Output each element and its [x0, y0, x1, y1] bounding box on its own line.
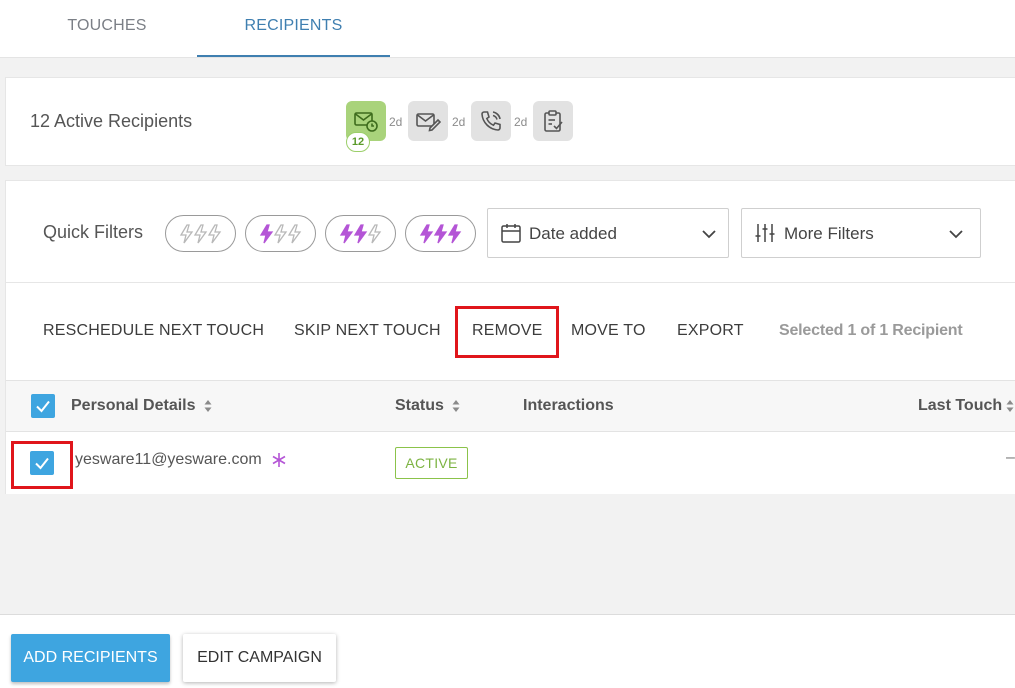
- task-clipboard-icon[interactable]: [533, 101, 573, 141]
- bolt-level-1-icon: [259, 223, 301, 243]
- move-to-button[interactable]: MOVE TO: [571, 322, 646, 340]
- skip-next-touch-button[interactable]: SKIP NEXT TOUCH: [294, 322, 441, 340]
- recipients-summary-card: 12 Active Recipients 12 2d 2d 2d: [5, 77, 1015, 166]
- export-button[interactable]: EXPORT: [677, 322, 744, 340]
- column-interactions: Interactions: [523, 397, 614, 414]
- footer-bar: ADD RECIPIENTS EDIT CAMPAIGN: [0, 614, 1015, 688]
- recipients-panel: Quick Filters Date added More Filters RE…: [5, 180, 1015, 494]
- column-label: Status: [395, 397, 444, 414]
- last-touch-value: –: [1006, 449, 1015, 466]
- sliders-icon: [755, 224, 775, 242]
- bolt-level-0-icon: [179, 223, 221, 243]
- calendar-icon: [501, 224, 521, 243]
- chevron-down-icon: [702, 230, 716, 239]
- date-added-label: Date added: [529, 224, 617, 243]
- chevron-down-icon: [949, 230, 963, 239]
- quick-filter-level-2[interactable]: [325, 215, 396, 252]
- table-header: Personal Details Status Interactions Las…: [6, 380, 1015, 432]
- more-filters-label: More Filters: [784, 224, 874, 243]
- sort-icon: [452, 399, 460, 412]
- touch-gap-label: 2d: [514, 115, 528, 129]
- date-added-select[interactable]: Date added: [487, 208, 729, 258]
- table-row[interactable]: yesware11@yesware.com ACTIVE –: [6, 432, 1015, 494]
- divider: [6, 282, 1015, 283]
- bolt-level-3-icon: [419, 223, 461, 243]
- column-label: Personal Details: [71, 397, 196, 414]
- email-edit-icon[interactable]: [408, 101, 448, 141]
- touch-gap-label: 2d: [389, 115, 403, 129]
- asterisk-icon: [272, 453, 286, 467]
- quick-filter-level-3[interactable]: [405, 215, 476, 252]
- column-label: Last Touch: [918, 397, 1003, 414]
- remove-highlight-box: [455, 306, 559, 358]
- quick-filter-level-0[interactable]: [165, 215, 236, 252]
- status-badge: ACTIVE: [395, 447, 468, 479]
- tab-touches[interactable]: TOUCHES: [18, 0, 196, 57]
- recipient-email[interactable]: yesware11@yesware.com: [75, 451, 262, 469]
- sort-icon: [1006, 399, 1014, 412]
- touch-gap-label: 2d: [452, 115, 466, 129]
- quick-filters-label: Quick Filters: [43, 222, 144, 242]
- phone-call-icon[interactable]: [471, 101, 511, 141]
- row-checkbox-highlight-box: [11, 441, 73, 489]
- more-filters-select[interactable]: More Filters: [741, 208, 981, 258]
- edit-campaign-button[interactable]: EDIT CAMPAIGN: [183, 634, 336, 682]
- selection-count: Selected 1 of 1 Recipient: [779, 322, 963, 339]
- select-all-checkbox[interactable]: [31, 394, 55, 418]
- tab-bar: TOUCHES RECIPIENTS: [0, 0, 1015, 58]
- column-status[interactable]: Status: [395, 397, 460, 415]
- add-recipients-button[interactable]: ADD RECIPIENTS: [11, 634, 170, 682]
- check-icon: [36, 400, 50, 413]
- column-personal-details[interactable]: Personal Details: [71, 397, 212, 415]
- quick-filter-level-1[interactable]: [245, 215, 316, 252]
- active-recipients-title: 12 Active Recipients: [30, 111, 193, 131]
- column-last-touch[interactable]: Last Touch: [918, 397, 1014, 415]
- bolt-level-2-icon: [339, 223, 381, 243]
- reschedule-next-touch-button[interactable]: RESCHEDULE NEXT TOUCH: [43, 322, 264, 340]
- touch-count-badge: 12: [346, 132, 370, 152]
- sort-icon: [204, 399, 211, 412]
- tab-recipients[interactable]: RECIPIENTS: [197, 0, 390, 57]
